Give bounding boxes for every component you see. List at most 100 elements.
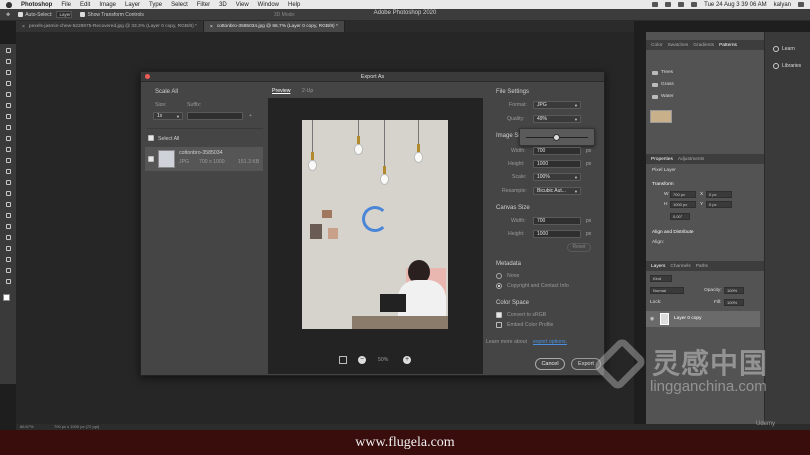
tab-swatches[interactable]: Swatches: [667, 43, 688, 48]
height-input[interactable]: 1000: [533, 160, 581, 168]
pattern-group-grass[interactable]: Grass: [652, 82, 674, 87]
learn-button[interactable]: Learn: [773, 46, 795, 52]
eraser-tool[interactable]: [3, 167, 13, 175]
close-icon[interactable]: ×: [22, 24, 25, 30]
gradient-tool[interactable]: [3, 178, 13, 186]
pen-tool[interactable]: [3, 211, 13, 219]
transform-y-field[interactable]: 0 px: [706, 201, 732, 208]
tab-gradients[interactable]: Gradients: [693, 43, 714, 48]
menu-3d[interactable]: 3D: [219, 2, 227, 8]
menu-type[interactable]: Type: [149, 2, 162, 8]
suffix-input[interactable]: [187, 112, 243, 120]
menu-window[interactable]: Window: [258, 2, 279, 8]
pattern-thumbnail[interactable]: [650, 110, 672, 123]
transform-x-field[interactable]: 0 px: [706, 191, 732, 198]
asset-row[interactable]: cottonbro-3585034 JPG 700 x 1000 151.3 K…: [145, 147, 263, 171]
menu-image[interactable]: Image: [99, 2, 116, 8]
bluetooth-icon[interactable]: [665, 2, 672, 7]
asset-checkbox[interactable]: [148, 156, 154, 162]
brush-tool[interactable]: [3, 134, 13, 142]
opacity-field[interactable]: 100%: [724, 287, 744, 294]
transform-width-field[interactable]: 700 px: [670, 191, 696, 198]
menu-layer[interactable]: Layer: [125, 2, 140, 8]
menu-clock[interactable]: Tue 24 Aug 3 39 06 AM: [704, 2, 767, 8]
scale-dropdown[interactable]: 100% ▼: [533, 173, 581, 181]
format-dropdown[interactable]: JPG ▼: [533, 101, 581, 109]
spotlight-icon[interactable]: [798, 2, 804, 7]
quality-dropdown[interactable]: 49% ▼: [533, 115, 581, 123]
canvas-width-input[interactable]: 700: [533, 217, 581, 225]
tab-color[interactable]: Color: [651, 43, 662, 48]
hand-tool[interactable]: [3, 255, 13, 263]
wifi-icon[interactable]: [678, 2, 685, 7]
zoom-out-icon[interactable]: −: [358, 356, 366, 364]
quality-slider-popup[interactable]: [519, 128, 595, 146]
eye-icon[interactable]: ◉: [650, 316, 654, 322]
more-tools-icon[interactable]: [3, 277, 13, 285]
remove-scale-icon[interactable]: +: [249, 113, 252, 119]
menu-view[interactable]: View: [236, 2, 249, 8]
menu-edit[interactable]: Edit: [80, 2, 90, 8]
lasso-tool[interactable]: [3, 68, 13, 76]
menu-user[interactable]: kalyan: [774, 2, 791, 8]
menu-file[interactable]: File: [61, 2, 71, 8]
transform-angle-field[interactable]: 0.00°: [670, 213, 690, 220]
menu-help[interactable]: Help: [288, 2, 300, 8]
tab-properties[interactable]: Properties: [651, 157, 673, 162]
canvas-height-input[interactable]: 1000: [533, 230, 581, 238]
shape-tool[interactable]: [3, 244, 13, 252]
creative-cloud-icon[interactable]: [652, 2, 659, 7]
export-options-link[interactable]: export options.: [533, 339, 567, 345]
eyedropper-tool[interactable]: [3, 112, 13, 120]
healing-tool[interactable]: [3, 123, 13, 131]
quality-slider-handle[interactable]: [552, 134, 560, 141]
layer-row[interactable]: ◉ Layer 0 copy: [646, 311, 760, 327]
tab-document-2[interactable]: × cottonbro-3585034.jpg @ 66.7% (Layer 0 …: [203, 21, 345, 32]
crop-tool[interactable]: [3, 90, 13, 98]
cancel-button[interactable]: Cancel: [535, 358, 565, 370]
embed-profile-checkbox[interactable]: [496, 322, 502, 328]
foreground-color-swatch[interactable]: [3, 294, 10, 301]
move-tool[interactable]: [3, 46, 13, 54]
select-all-checkbox[interactable]: [148, 135, 154, 141]
fill-field[interactable]: 100%: [724, 299, 744, 306]
metadata-copyright-radio[interactable]: [496, 283, 502, 289]
battery-icon[interactable]: [691, 2, 698, 7]
quick-select-tool[interactable]: [3, 79, 13, 87]
path-select-tool[interactable]: [3, 233, 13, 241]
tab-document-1[interactable]: × pexels-jasmin-chew-5228975-Recovered.jp…: [16, 21, 204, 32]
blur-tool[interactable]: [3, 189, 13, 197]
tab-layers[interactable]: Layers: [651, 264, 665, 269]
tab-adjustments[interactable]: Adjustments: [678, 157, 704, 162]
apple-icon[interactable]: [6, 1, 12, 8]
pattern-group-trees[interactable]: Trees: [652, 70, 673, 75]
layer-filter-kind[interactable]: Kind: [650, 275, 672, 282]
dodge-tool[interactable]: [3, 200, 13, 208]
menu-filter[interactable]: Filter: [197, 2, 210, 8]
tab-preview[interactable]: Preview: [272, 88, 290, 94]
resample-dropdown[interactable]: Bicubic Aut... ▼: [533, 187, 581, 195]
reset-button[interactable]: Reset: [567, 243, 591, 252]
convert-srgb-checkbox[interactable]: [496, 312, 502, 318]
pattern-group-water[interactable]: Water: [652, 94, 674, 99]
libraries-button[interactable]: Libraries: [773, 63, 801, 69]
zoom-in-icon[interactable]: +: [403, 356, 411, 364]
align-section[interactable]: Align and Distribute: [652, 230, 694, 235]
marquee-tool[interactable]: [3, 57, 13, 65]
tab-patterns[interactable]: Patterns: [719, 43, 737, 48]
type-tool[interactable]: [3, 222, 13, 230]
blend-mode-dropdown[interactable]: Normal: [650, 287, 684, 294]
close-dialog-button[interactable]: [145, 74, 150, 79]
fit-preview-icon[interactable]: [339, 356, 347, 364]
scale-size-dropdown[interactable]: 1x ▼: [153, 112, 183, 120]
metadata-none-radio[interactable]: [496, 273, 502, 279]
frame-tool[interactable]: [3, 101, 13, 109]
export-preview-area[interactable]: − 50% +: [268, 98, 483, 374]
history-brush-tool[interactable]: [3, 156, 13, 164]
close-icon[interactable]: ×: [210, 24, 213, 30]
transform-section[interactable]: Transform: [652, 182, 674, 187]
width-input[interactable]: 700: [533, 147, 581, 155]
menu-app-name[interactable]: Photoshop: [21, 2, 52, 8]
tab-channels[interactable]: Channels: [670, 264, 690, 269]
transform-height-field[interactable]: 1000 px: [670, 201, 696, 208]
